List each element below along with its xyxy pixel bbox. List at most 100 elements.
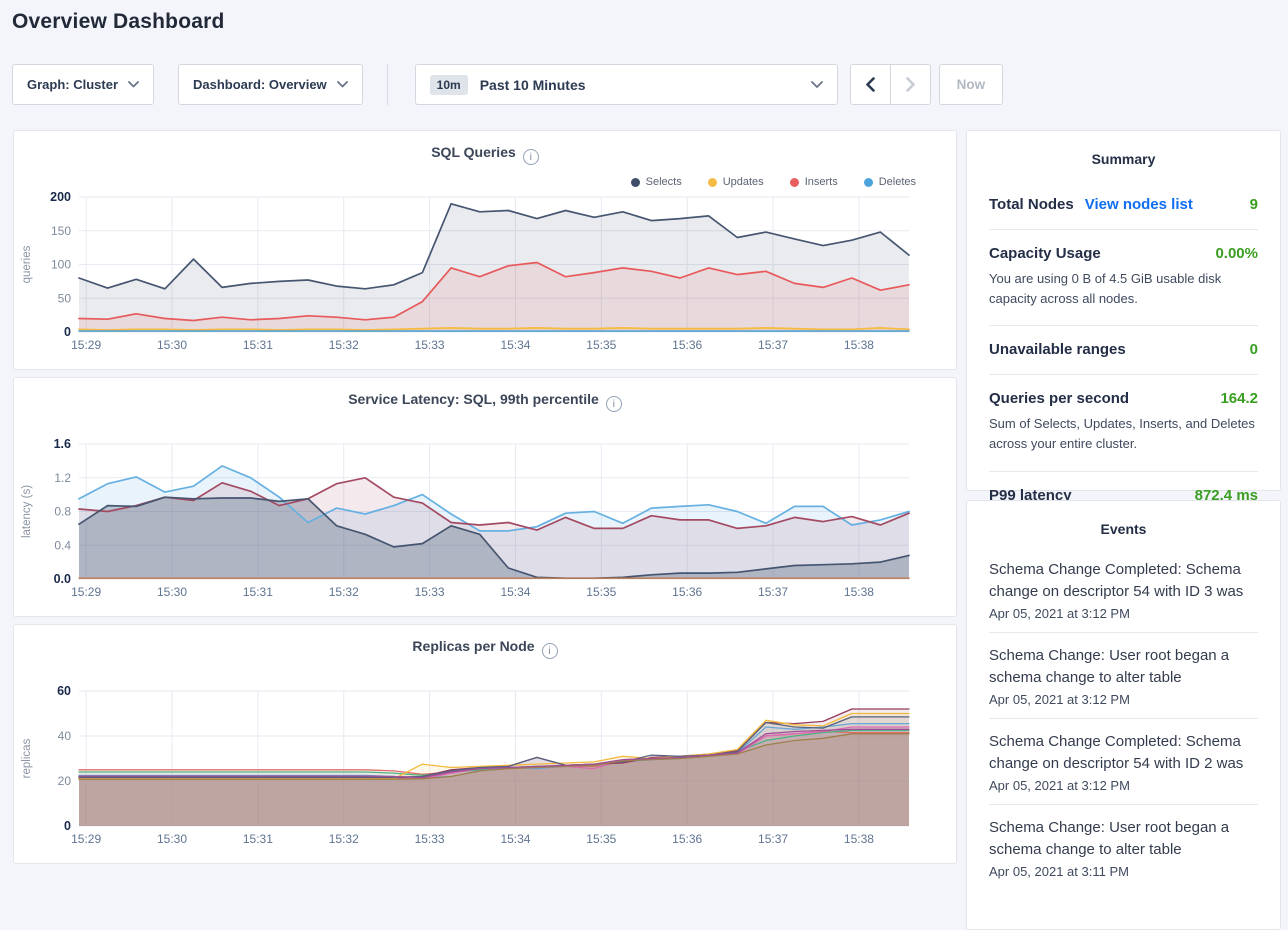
svg-text:100: 100 [51,258,71,272]
summary-description: Sum of Selects, Updates, Inserts, and De… [989,414,1258,454]
page-title: Overview Dashboard [12,10,225,34]
replicas-per-node-plot[interactable]: 15:2915:3015:3115:3215:3315:3415:3515:36… [14,625,958,865]
chevron-down-icon [811,81,823,89]
view-nodes-list-link[interactable]: View nodes list [1085,196,1193,213]
svg-text:15:33: 15:33 [415,338,445,352]
summary-label: Unavailable ranges [989,341,1126,358]
event-item: Schema Change Completed: Schema change o… [989,719,1258,805]
graph-dropdown-label: Graph: Cluster [27,77,118,92]
svg-text:15:29: 15:29 [71,585,101,599]
svg-text:15:35: 15:35 [586,338,616,352]
svg-text:15:32: 15:32 [329,585,359,599]
chevron-down-icon [337,81,348,88]
summary-description: You are using 0 B of 4.5 GiB usable disk… [989,269,1258,309]
now-button[interactable]: Now [939,64,1004,105]
svg-text:60: 60 [57,684,71,698]
event-text: Schema Change Completed: Schema change o… [989,559,1258,603]
events-panel: Events Schema Change Completed: Schema c… [966,500,1281,930]
event-timestamp: Apr 05, 2021 at 3:12 PM [989,606,1258,621]
svg-text:1.6: 1.6 [54,437,71,451]
summary-row-total-nodes: Total Nodes View nodes list 9 [989,181,1258,230]
time-nav-group [850,64,931,105]
summary-value: 0.00% [1215,245,1258,262]
svg-text:1.2: 1.2 [54,471,71,485]
event-text: Schema Change: User root began a schema … [989,817,1258,861]
event-text: Schema Change: User root began a schema … [989,645,1258,689]
event-item: Schema Change Completed: Schema change o… [989,547,1258,633]
time-range-badge: 10m [430,75,468,95]
svg-text:15:34: 15:34 [500,585,530,599]
summary-value: 164.2 [1220,390,1258,407]
svg-text:50: 50 [58,291,72,305]
svg-text:0.4: 0.4 [54,538,71,552]
svg-text:20: 20 [58,774,72,788]
events-title: Events [967,501,1280,541]
svg-text:15:32: 15:32 [329,832,359,846]
svg-text:15:33: 15:33 [415,832,445,846]
chevron-right-icon [906,77,915,92]
time-range-dropdown[interactable]: 10m Past 10 Minutes [415,64,838,105]
svg-text:200: 200 [50,190,71,204]
svg-text:0: 0 [64,819,71,833]
svg-text:15:35: 15:35 [586,585,616,599]
svg-text:15:36: 15:36 [672,338,702,352]
summary-row-unavailable-ranges: Unavailable ranges 0 [989,326,1258,375]
overview-dashboard-page: Overview Dashboard Graph: Cluster Dashbo… [0,0,1288,868]
svg-text:15:31: 15:31 [243,585,273,599]
svg-text:0: 0 [64,325,71,339]
summary-rows: Total Nodes View nodes list 9 Capacity U… [967,181,1280,520]
svg-text:15:30: 15:30 [157,832,187,846]
time-range-label: Past 10 Minutes [480,77,586,93]
summary-value: 0 [1250,341,1258,358]
svg-text:15:30: 15:30 [157,585,187,599]
chevron-left-icon [866,77,875,92]
summary-row-capacity-usage: Capacity Usage 0.00% You are using 0 B o… [989,230,1258,326]
svg-text:15:31: 15:31 [243,338,273,352]
summary-panel: Summary Total Nodes View nodes list 9 Ca… [966,130,1281,491]
svg-text:15:32: 15:32 [329,338,359,352]
dashboard-dropdown[interactable]: Dashboard: Overview [178,64,363,105]
event-timestamp: Apr 05, 2021 at 3:12 PM [989,778,1258,793]
svg-text:15:29: 15:29 [71,338,101,352]
chart-card-service-latency: Service Latency: SQL, 99th percentilei 1… [13,377,957,617]
svg-text:15:36: 15:36 [672,832,702,846]
svg-text:150: 150 [51,224,71,238]
svg-text:15:29: 15:29 [71,832,101,846]
svg-text:15:37: 15:37 [758,585,788,599]
event-item: Schema Change: User root began a schema … [989,805,1258,890]
svg-text:replicas: replicas [21,738,33,778]
event-text: Schema Change Completed: Schema change o… [989,731,1258,775]
svg-text:15:36: 15:36 [672,585,702,599]
summary-label: Capacity Usage [989,245,1101,262]
svg-text:0.0: 0.0 [54,572,71,586]
time-next-button[interactable] [890,64,931,105]
svg-text:15:35: 15:35 [586,832,616,846]
svg-text:15:37: 15:37 [758,338,788,352]
service-latency-plot[interactable]: 15:29 15:30 15:31 15:32 15:33 15:34 15:35 15:36… [14,378,958,618]
toolbar-divider [387,64,388,105]
graph-dropdown[interactable]: Graph: Cluster [12,64,154,105]
summary-label: Total Nodes [989,196,1074,213]
svg-text:0.8: 0.8 [54,505,71,519]
svg-text:15:38: 15:38 [844,832,874,846]
time-prev-button[interactable] [850,64,891,105]
event-item: Schema Change: User root began a schema … [989,633,1258,719]
svg-text:latency (s): latency (s) [21,485,33,538]
summary-label: Queries per second [989,390,1129,407]
svg-text:15:38: 15:38 [844,338,874,352]
chart-card-replicas-per-node: Replicas per Nodei 15:2915:3015:3115:321… [13,624,957,864]
svg-text:15:37: 15:37 [758,832,788,846]
chevron-down-icon [128,81,139,88]
svg-text:15:30: 15:30 [157,338,187,352]
event-timestamp: Apr 05, 2021 at 3:11 PM [989,864,1258,879]
dashboard-dropdown-label: Dashboard: Overview [193,77,327,92]
svg-text:queries: queries [21,245,33,283]
svg-text:40: 40 [58,729,72,743]
event-timestamp: Apr 05, 2021 at 3:12 PM [989,692,1258,707]
chart-card-sql-queries: SQL Queriesi SelectsUpdatesInsertsDelete… [13,130,957,370]
summary-row-queries-per-second: Queries per second 164.2 Sum of Selects,… [989,375,1258,471]
summary-title: Summary [967,131,1280,171]
sql-queries-plot[interactable]: 15:2915:3015:3115:3215:3315:3415:3515:36… [14,131,958,371]
svg-text:15:34: 15:34 [500,832,530,846]
svg-text:15:33: 15:33 [415,585,445,599]
